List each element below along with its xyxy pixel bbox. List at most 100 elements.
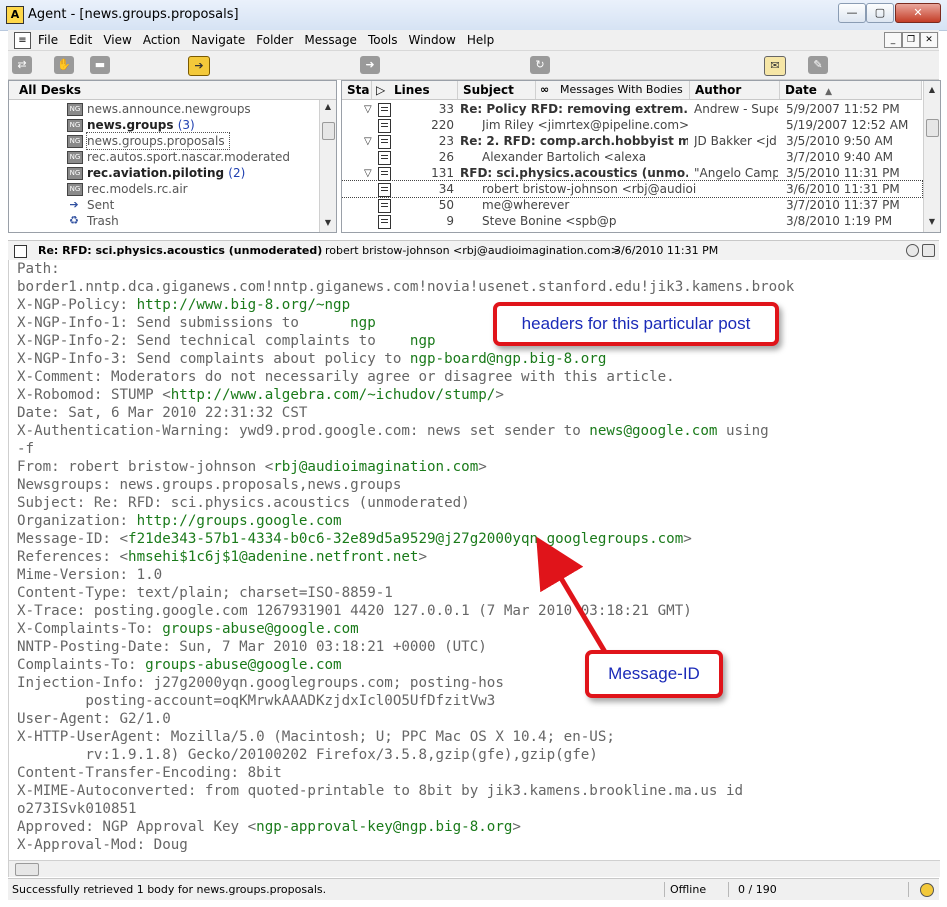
folder-item[interactable]: NG news.groups.proposals	[9, 132, 319, 150]
header-line: References: <hmsehi$1c6j$1@adenine.netfr…	[17, 548, 427, 566]
pane-close-icon[interactable]	[922, 244, 935, 257]
message-row[interactable]: 50 me@wherever 3/7/2010 11:37 PM	[342, 197, 922, 213]
header-link[interactable]: groups-abuse@google.com	[145, 657, 341, 673]
newsgroup-icon: NG	[67, 183, 83, 196]
menu-tools[interactable]: Tools	[368, 33, 405, 47]
column-bodies[interactable]: ∞ Messages With Bodies	[536, 81, 690, 99]
close-button[interactable]: ✕	[895, 3, 941, 23]
header-text: X-NGP-Info-2: Send technical complaints …	[17, 333, 410, 349]
scroll-thumb[interactable]	[322, 122, 335, 140]
forward-icon[interactable]: ➜	[360, 56, 380, 74]
folder-item[interactable]: NG news.announce.newgroups	[9, 101, 319, 117]
header-line: X-NGP-Info-1: Send submissions to ngp	[17, 314, 376, 332]
options-icon[interactable]	[906, 244, 919, 257]
folder-label: news.groups	[87, 118, 174, 132]
message-row[interactable]: ▽ 33 Re: Policy RFD: removing extrem... And…	[342, 101, 922, 117]
message-row[interactable]: 220 Jim Riley <jimrtex@pipeline.com> 5/19/…	[342, 117, 922, 133]
message-date: 3/6/2010 11:31 PM	[786, 182, 900, 196]
folder-name: news.groups (3)	[87, 117, 195, 133]
mdi-minimize-button[interactable]: _	[884, 32, 902, 48]
window-title: Agent - [news.groups.proposals]	[28, 7, 239, 22]
menu-message[interactable]: Message	[304, 33, 364, 47]
menu-action[interactable]: Action	[143, 33, 188, 47]
folder-item[interactable]: NG rec.autos.sport.nascar.moderated	[9, 149, 319, 165]
maximize-button[interactable]: ▢	[866, 3, 894, 23]
refresh-icon[interactable]: ↻	[530, 56, 550, 74]
message-list-scrollbar[interactable]: ▲ ▼	[923, 81, 940, 232]
message-icon	[378, 215, 391, 229]
sent-icon: ➔	[69, 198, 79, 211]
post-icon[interactable]: ✎	[808, 56, 828, 74]
thread-collapse-icon[interactable]: ▽	[364, 134, 372, 150]
online-status-icon[interactable]	[920, 883, 934, 897]
header-link[interactable]: news@google.com	[589, 423, 717, 439]
thread-collapse-icon[interactable]: ▽	[364, 102, 372, 118]
message-row[interactable]: ▽ 131 RFD: sci.physics.acoustics (unmo... "…	[342, 165, 922, 181]
column-date[interactable]: Date ▲	[780, 81, 922, 99]
folder-item[interactable]: NG rec.aviation.piloting (2)	[9, 165, 319, 181]
folder-item[interactable]: ➔ Sent	[9, 197, 319, 213]
menu-view[interactable]: View	[103, 33, 138, 47]
stop-icon[interactable]: ✋	[54, 56, 74, 74]
header-link[interactable]: http://groups.google.com	[137, 513, 342, 529]
message-lines: 220	[431, 118, 454, 132]
folder-item[interactable]: NG news.groups (3)	[9, 117, 319, 133]
column-lines[interactable]: ▷ Lines	[372, 81, 458, 99]
header-link[interactable]: hmsehi$1c6j$1@adenine.netfront.net	[128, 549, 418, 565]
message-subject: Re: Policy RFD: removing extrem...	[460, 102, 688, 116]
header-link[interactable]: ngp-board@ngp.big-8.org	[410, 351, 606, 367]
document-icon[interactable]: ≡	[14, 32, 31, 49]
scroll-up-icon[interactable]: ▲	[320, 100, 336, 114]
message-row[interactable]: 34 robert bristow-johnson <rbj@audioi 3/6/…	[342, 180, 923, 198]
mdi-close-button[interactable]: ✕	[920, 32, 938, 48]
header-link[interactable]: rbj@audioimagination.com	[273, 459, 478, 475]
scroll-down-icon[interactable]: ▼	[924, 215, 940, 229]
menu-window[interactable]: Window	[409, 33, 463, 47]
header-text: User-Agent: G2/1.0	[17, 711, 171, 727]
agent-app-icon[interactable]: A	[6, 6, 24, 24]
header-line: Mime-Version: 1.0	[17, 566, 162, 584]
send-mail-icon[interactable]: ✉	[764, 56, 786, 76]
column-author[interactable]: Author	[690, 81, 780, 99]
menu-help[interactable]: Help	[467, 33, 501, 47]
menu-edit[interactable]: Edit	[69, 33, 99, 47]
header-link[interactable]: ngp	[410, 333, 436, 349]
scroll-thumb[interactable]	[926, 119, 939, 137]
message-body[interactable]: Path: border1.nntp.dca.giganews.com!nntp.…	[8, 260, 940, 877]
header-line: X-Approval-Mod: Doug	[17, 836, 188, 854]
scroll-thumb[interactable]	[15, 863, 39, 876]
message-row[interactable]: 26 Alexander Bartolich <alexa 3/7/2010 9:4…	[342, 149, 922, 165]
folder-scrollbar[interactable]: ▲ ▼	[319, 100, 336, 232]
message-author: Andrew - Supe	[694, 102, 778, 116]
header-link[interactable]: groups-abuse@google.com	[162, 621, 358, 637]
header-link[interactable]: ngp-approval-key@ngp.big-8.org	[256, 819, 512, 835]
menu-folder[interactable]: Folder	[256, 33, 300, 47]
header-link[interactable]: ngp	[350, 315, 376, 331]
column-subject[interactable]: Subject	[458, 81, 536, 99]
header-line: Subject: Re: RFD: sci.physics.acoustics …	[17, 494, 470, 512]
header-text: Content-Type: text/plain; charset=ISO-88…	[17, 585, 393, 601]
scroll-up-icon[interactable]: ▲	[924, 83, 940, 97]
minimize-button[interactable]: —	[838, 3, 866, 23]
folder-item[interactable]: NG rec.models.rc.air	[9, 181, 319, 197]
menu-file[interactable]: File	[38, 33, 65, 47]
header-link[interactable]: http://www.big-8.org/~ngp	[137, 297, 351, 313]
folder-item[interactable]: ♻ Trash	[9, 213, 319, 229]
folder-name: news.groups.proposals	[86, 132, 230, 150]
get-messages-icon[interactable]: ⇄	[12, 56, 32, 74]
header-link[interactable]: f21de343-57b1-4334-b0c6-32e89d5a9529@j27…	[128, 531, 683, 547]
folder-icon[interactable]: ▬	[90, 56, 110, 74]
scroll-down-icon[interactable]: ▼	[320, 216, 336, 230]
next-unread-icon[interactable]: ➔	[188, 56, 210, 76]
header-text: X-NGP-Info-1: Send submissions to	[17, 315, 351, 331]
message-icon	[378, 103, 391, 117]
thread-collapse-icon[interactable]: ▽	[364, 166, 372, 182]
horizontal-scrollbar[interactable]	[9, 860, 940, 877]
menu-navigate[interactable]: Navigate	[191, 33, 252, 47]
message-row[interactable]: ▽ 23 Re: 2. RFD: comp.arch.hobbyist m... JD…	[342, 133, 922, 149]
message-row[interactable]: 9 Steve Bonine <spb@p 3/8/2010 1:19 PM	[342, 213, 922, 229]
header-link[interactable]: http://www.algebra.com/~ichudov/stump/	[171, 387, 496, 403]
header-line: X-Comment: Moderators do not necessarily…	[17, 368, 675, 386]
mdi-restore-button[interactable]: ❐	[902, 32, 920, 48]
column-status[interactable]: Sta	[342, 81, 372, 99]
